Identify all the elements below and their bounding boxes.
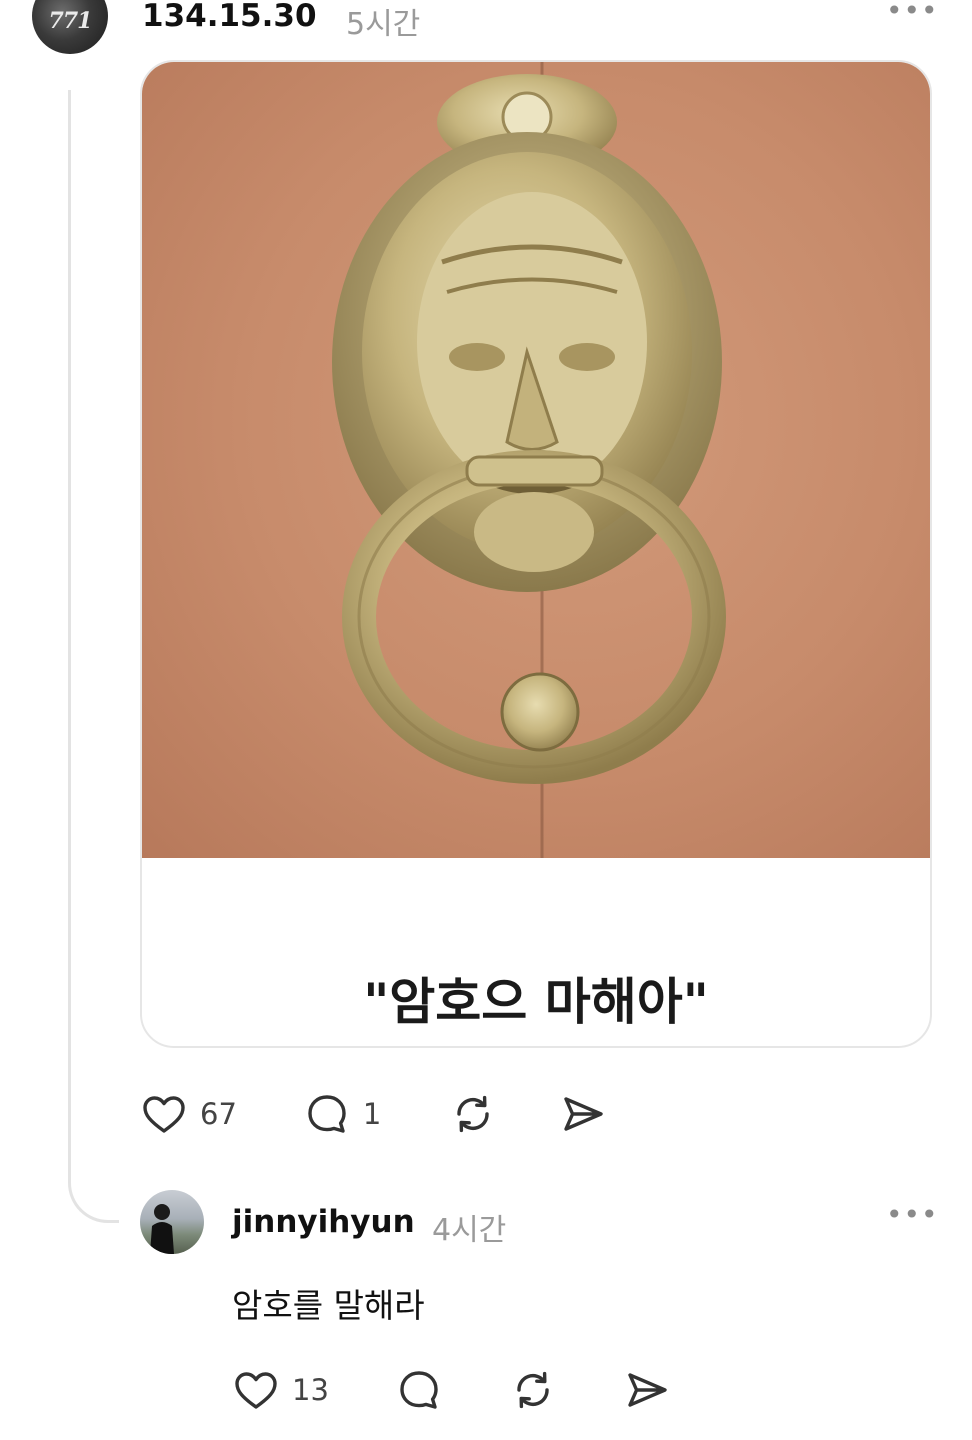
post-time: 5시간 — [346, 7, 421, 42]
repost-button[interactable] — [449, 1090, 497, 1138]
like-count: 67 — [200, 1097, 237, 1131]
comment-icon — [308, 1095, 346, 1133]
reply-repost-button[interactable] — [509, 1366, 557, 1414]
comment-count: 1 — [362, 1097, 382, 1131]
like-button[interactable]: 67 — [140, 1090, 237, 1138]
post-actions: 67 1 — [140, 1090, 607, 1138]
send-icon — [628, 1373, 667, 1407]
heart-icon — [143, 1096, 185, 1133]
send-icon — [564, 1097, 604, 1131]
comment-icon — [400, 1371, 438, 1409]
reply-like-count: 13 — [292, 1373, 329, 1407]
comment-button[interactable]: 1 — [303, 1090, 381, 1138]
reply-actions: 13 — [232, 1366, 671, 1414]
reply-like-button[interactable]: 13 — [232, 1366, 329, 1414]
repost-icon — [457, 1095, 490, 1133]
reply-username[interactable]: jinnyihyun — [232, 1204, 415, 1240]
door-knocker-photo — [142, 62, 930, 858]
reply-time: 4시간 — [432, 1213, 507, 1248]
reply-text: 암호를 말해라 — [232, 1286, 425, 1325]
post-caption: "암호으 마해아" — [363, 973, 709, 1031]
post-more-button[interactable]: ••• — [886, 0, 939, 27]
reply-comment-button[interactable] — [395, 1366, 443, 1414]
reply-share-button[interactable] — [623, 1366, 671, 1414]
reply-avatar[interactable] — [140, 1190, 204, 1254]
avatar[interactable]: ~ ~ ~ 771 — [32, 0, 108, 54]
reply-more-button[interactable]: ••• — [886, 1198, 939, 1231]
heart-icon — [235, 1372, 277, 1409]
thread-line — [68, 90, 119, 1223]
post-media-card[interactable]: "암호으 마해아" — [140, 60, 932, 1048]
share-button[interactable] — [559, 1090, 607, 1138]
repost-icon — [517, 1371, 549, 1409]
post-username[interactable]: 134.15.30 — [142, 0, 317, 34]
person-silhouette-icon — [150, 1204, 174, 1254]
avatar-badge-text: 771 — [48, 8, 93, 34]
